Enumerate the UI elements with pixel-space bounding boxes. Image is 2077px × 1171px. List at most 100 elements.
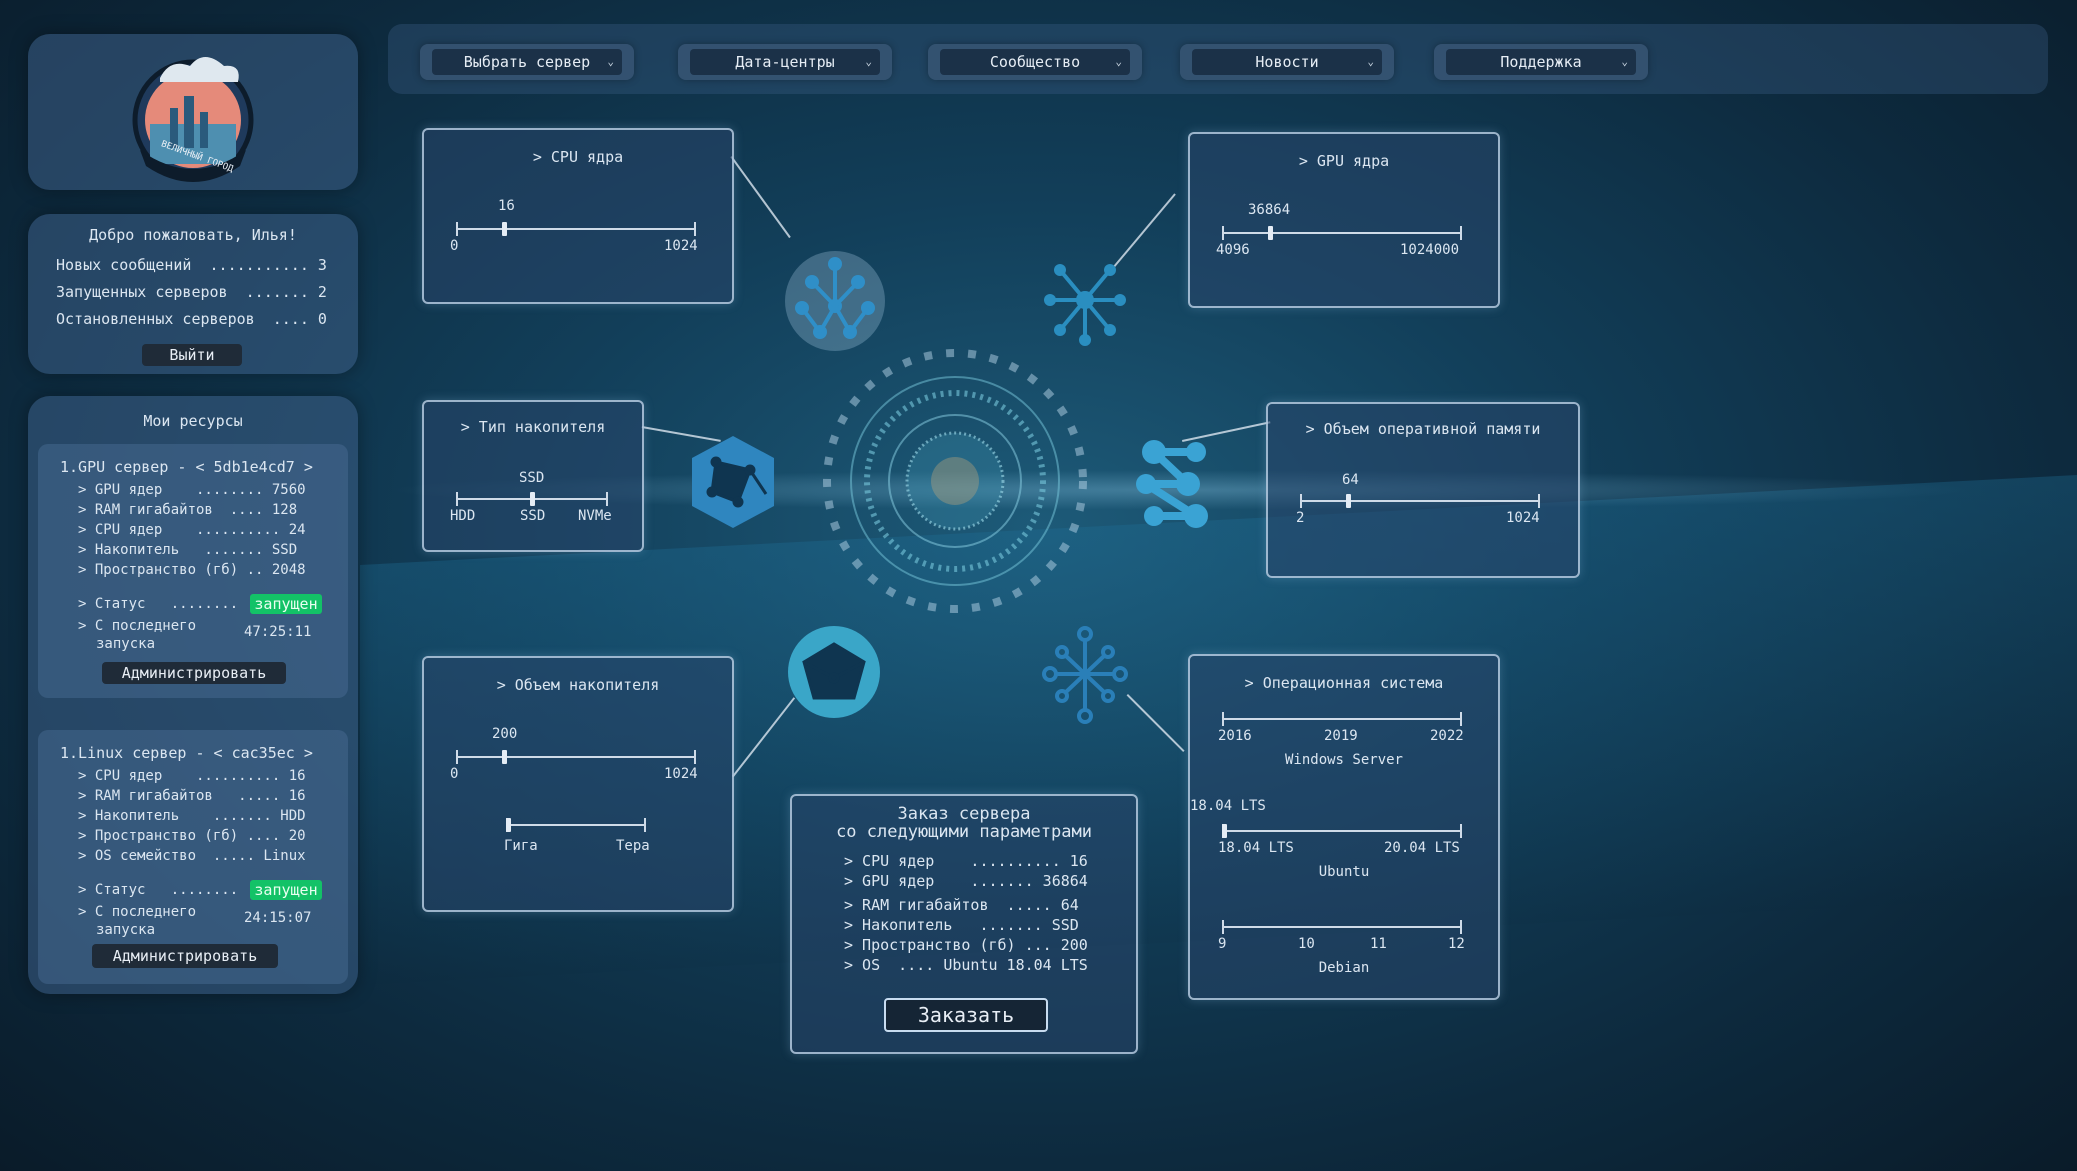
server-spec: > Пространство (гб) .. 2048 (78, 562, 306, 578)
unit-switch-track[interactable] (506, 818, 646, 832)
since-label: запуска (96, 636, 156, 652)
nav-label: Выбрать сервер (463, 53, 591, 71)
nav-support[interactable]: Поддержка ⌄ (1434, 44, 1648, 80)
status-label: > Статус ........ (78, 882, 239, 898)
storage-type-box: > Тип накопителя SSD HDD SSD NVMe (422, 400, 644, 552)
cpu-slider-knob[interactable] (502, 222, 507, 236)
os-tick: 10 (1298, 936, 1315, 952)
box-title: > GPU ядра (1298, 152, 1390, 170)
storage-option[interactable]: SSD (520, 508, 545, 524)
order-box: Заказ сервера со следующими параметрами … (790, 794, 1138, 1054)
server-spec: > OS семейство ..... Linux (78, 848, 306, 864)
administer-button[interactable]: Администрировать (102, 662, 286, 684)
welcome-title: Добро пожаловать, Илья! (89, 226, 297, 244)
server-spec: > Накопитель ....... HDD (78, 808, 306, 824)
os-name: Windows Server (1284, 752, 1403, 768)
storage-size-track[interactable] (456, 750, 696, 764)
chevron-down-icon: ⌄ (1621, 55, 1628, 68)
welcome-row: Запущенных серверов ....... 2 (56, 283, 327, 301)
unit-label: Гига (504, 838, 538, 854)
box-title: > Объем оперативной памяти (1305, 420, 1541, 438)
nav-select-server[interactable]: Выбрать сервер ⌄ (420, 44, 634, 80)
slider-max: 1024 (664, 766, 698, 782)
since-label: > С последнего (78, 618, 197, 634)
selected-storage: SSD (519, 470, 545, 486)
storage-type-knob[interactable] (530, 492, 535, 506)
os-tick: 18.04 LTS (1218, 840, 1294, 856)
slider-value: 200 (492, 726, 518, 742)
slider-max: 1024 (1506, 510, 1540, 526)
nav-label: Новости (1255, 53, 1319, 71)
network-node-icon[interactable] (780, 246, 890, 356)
welcome-row: Новых сообщений ........... 3 (56, 256, 327, 274)
os-box: > Операционная система 2016 2019 2022 Wi… (1188, 654, 1500, 1000)
nav-community[interactable]: Сообщество ⌄ (928, 44, 1142, 80)
server-card: 1.GPU сервер - < 5db1e4cd7 > > GPU ядер … (38, 444, 348, 698)
os-tick: 11 (1370, 936, 1387, 952)
storage-option[interactable]: HDD (450, 508, 475, 524)
server-header: 1.GPU сервер - < 5db1e4cd7 > (60, 458, 313, 476)
server-spec: > RAM гигабайтов ..... 16 (78, 788, 306, 804)
ram-slider-track[interactable] (1300, 494, 1540, 508)
server-spec: > CPU ядер .......... 16 (78, 768, 306, 784)
ubuntu-track[interactable] (1222, 824, 1462, 838)
nav-datacenters[interactable]: Дата-центры ⌄ (678, 44, 892, 80)
gpu-slider-track[interactable] (1222, 226, 1462, 240)
debian-track[interactable] (1222, 920, 1462, 934)
status-badge: запущен (250, 880, 322, 900)
os-tick: 9 (1218, 936, 1227, 952)
top-nav: Выбрать сервер ⌄ Дата-центры ⌄ Сообщество ⌄… (388, 24, 2048, 94)
windows-track[interactable] (1222, 712, 1462, 726)
slider-max: 1024 (664, 238, 698, 254)
order-button[interactable]: Заказать (884, 998, 1048, 1032)
chain-node-icon[interactable] (1126, 432, 1216, 532)
ubuntu-knob[interactable] (1222, 824, 1227, 838)
storage-size-knob[interactable] (502, 750, 507, 764)
os-tick: 2016 (1218, 728, 1252, 744)
slider-min: 2 (1296, 510, 1305, 526)
gpu-slider-knob[interactable] (1268, 226, 1273, 240)
nav-news[interactable]: Новости ⌄ (1180, 44, 1394, 80)
cpu-cores-box: > CPU ядра 16 0 1024 (422, 128, 734, 304)
cpu-slider-track[interactable] (456, 222, 696, 236)
network-node-icon[interactable] (1040, 250, 1130, 350)
nav-label: Сообщество (989, 53, 1081, 71)
hexagon-node-icon[interactable] (686, 432, 780, 532)
order-row: > GPU ядер ....... 36864 (844, 872, 1088, 890)
welcome-row: Остановленных серверов .... 0 (56, 310, 327, 328)
nav-label: Поддержка (1500, 53, 1582, 71)
slider-min: 0 (450, 238, 459, 254)
order-row: > CPU ядер .......... 16 (844, 852, 1088, 870)
central-radar-graphic (823, 349, 1087, 613)
unit-switch-knob[interactable] (506, 818, 511, 832)
ram-slider-knob[interactable] (1346, 494, 1351, 508)
logo-panel: ВЕЛИЧНЫЙ ГОРОД (28, 34, 358, 190)
server-card: 1.Linux сервер - < cac35ec > > CPU ядер … (38, 730, 348, 984)
order-row: > Пространство (гб) ... 200 (844, 936, 1088, 954)
status-label: > Статус ........ (78, 596, 239, 612)
os-name: Debian (1318, 960, 1370, 976)
network-node-icon[interactable] (1040, 624, 1130, 724)
storage-option[interactable]: NVMe (578, 508, 612, 524)
os-tick: 20.04 LTS (1384, 840, 1460, 856)
logout-button[interactable]: Выйти (142, 344, 242, 366)
ram-box: > Объем оперативной памяти 64 2 1024 (1266, 402, 1580, 578)
connector-line (730, 156, 791, 239)
administer-button[interactable]: Администрировать (92, 944, 278, 968)
storage-size-box: > Объем накопителя 200 0 1024 Гига Тера (422, 656, 734, 912)
sphere-node-icon[interactable] (784, 622, 884, 722)
chevron-down-icon: ⌄ (607, 55, 614, 68)
chevron-down-icon: ⌄ (865, 55, 872, 68)
since-label: > С последнего (78, 904, 197, 920)
chevron-down-icon: ⌄ (1115, 55, 1122, 68)
os-tick: 2019 (1324, 728, 1358, 744)
slider-value: 16 (498, 198, 515, 214)
server-spec: > Пространство (гб) .... 20 (78, 828, 306, 844)
slider-value: 64 (1342, 472, 1359, 488)
box-title: > Операционная система (1244, 674, 1444, 692)
chevron-down-icon: ⌄ (1367, 55, 1374, 68)
since-label: запуска (96, 922, 156, 938)
status-badge: запущен (250, 594, 322, 614)
os-tick: 2022 (1430, 728, 1464, 744)
server-spec: > CPU ядер .......... 24 (78, 522, 306, 538)
